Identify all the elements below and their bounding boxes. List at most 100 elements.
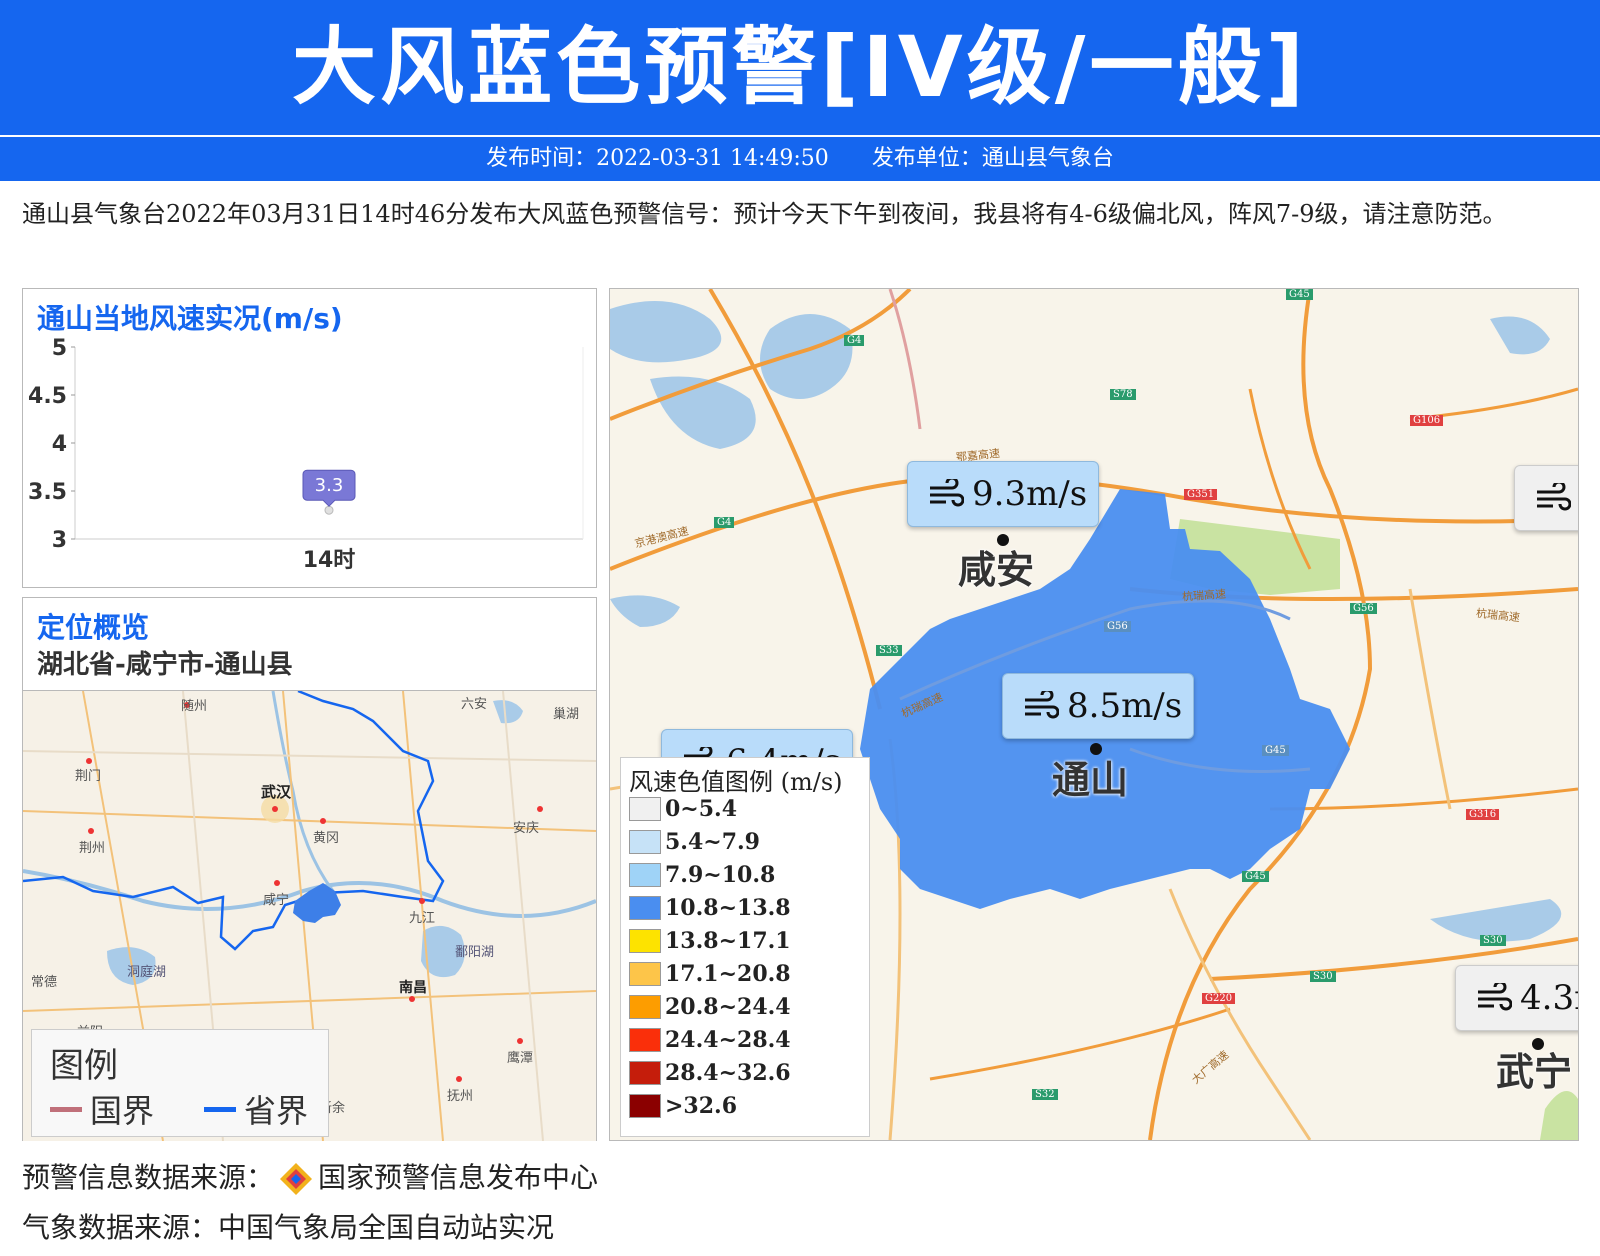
- y-tick-label: 5: [52, 336, 67, 361]
- road-label: G316: [1466, 809, 1500, 820]
- wind-legend-item: 13.8~17.1: [629, 926, 791, 956]
- weather-source-line: 气象数据来源：中国气象局全国自动站实况: [22, 1211, 555, 1244]
- y-tick-label: 4: [52, 432, 67, 457]
- wind-legend-title: 风速色值图例 (m/s): [629, 768, 843, 796]
- legend-province-border-label: 省界: [244, 1092, 309, 1130]
- wind-legend-item: 7.9~10.8: [629, 860, 775, 890]
- map-label-anqing: 安庆: [513, 821, 540, 836]
- overview-legend-title: 图例: [50, 1046, 118, 1086]
- map-label-fuzhou: 抚州: [447, 1089, 474, 1104]
- location-overview-map[interactable]: 随州 六安 巢湖 荆门 武汉 荆州 黄冈 安庆 咸宁 九江 常德 洞庭湖 鄱阳湖…: [23, 690, 596, 1141]
- province-border-swatch: [204, 1106, 236, 1112]
- warning-source-line: 预警信息数据来源： 国家预警信息发布中心: [22, 1156, 598, 1197]
- wind-speed-chart: 5 4.5 4 3.5 3 14时 3.3: [28, 336, 584, 573]
- wind-legend-label: 10.8~13.8: [665, 895, 791, 921]
- wind-speed-panel: 通山当地风速实况(m/s) 5 4.5 4 3.5 3 14时 3.3: [22, 288, 597, 588]
- map-label-changde: 常德: [31, 975, 58, 990]
- location-region: 湖北省-咸宁市-通山县: [37, 650, 293, 680]
- warning-source-label: 预警信息数据来源：: [22, 1161, 275, 1194]
- wind-speed-value: 8.5m/s: [1067, 686, 1183, 726]
- wind-legend-swatch: [629, 929, 661, 953]
- location-panel: 定位概览 湖北省-咸宁市-通山县 随州 六安 巢湖 荆门 武汉 荆州 黄冈 安庆…: [22, 597, 597, 1141]
- wind-legend-swatch: [629, 995, 661, 1019]
- wind-callout-tongshan[interactable]: 8.5m/s: [1002, 673, 1194, 739]
- wind-legend-label: 17.1~20.8: [665, 961, 791, 987]
- wind-legend-item: 24.4~28.4: [629, 1025, 791, 1055]
- data-label: 3.3: [315, 475, 344, 496]
- wind-color-legend: 风速色值图例 (m/s) 0~5.4 5.4~7.9 7.9~10.8 10.8~13…: [620, 757, 870, 1137]
- city-label-wuning: 武宁: [1496, 1050, 1573, 1094]
- legend-national-border: 国界: [50, 1086, 154, 1132]
- map-label-suizhou: 随州: [181, 699, 208, 714]
- wind-legend-swatch: [629, 830, 661, 854]
- road-label: S33: [876, 645, 902, 656]
- wind-speed-value: 9.3m/s: [972, 474, 1088, 514]
- wind-legend-item: 10.8~13.8: [629, 893, 791, 923]
- meta-bar: 发布时间：2022-03-31 14:49:50 发布单位：通山县气象台: [0, 137, 1600, 181]
- wind-legend-swatch: [629, 863, 661, 887]
- title-bar: 大风蓝色预警[IV级/一般]: [0, 0, 1600, 135]
- road-label: S78: [1110, 389, 1136, 400]
- road-label: S30: [1310, 971, 1336, 982]
- y-tick-label: 3.5: [28, 480, 67, 505]
- wind-legend-item: 20.8~24.4: [629, 992, 791, 1022]
- wind-legend-item: >32.6: [629, 1091, 737, 1121]
- wind-legend-item: 17.1~20.8: [629, 959, 791, 989]
- wind-callout-east[interactable]: [1514, 465, 1578, 531]
- road-label: G4: [844, 335, 865, 346]
- wind-legend-label: >32.6: [665, 1093, 738, 1119]
- wind-legend-item: 28.4~32.6: [629, 1058, 791, 1088]
- road-name-label: 杭瑞高速: [1181, 587, 1227, 604]
- road-label: G45: [1262, 745, 1289, 756]
- location-panel-title: 定位概览: [37, 611, 150, 644]
- wind-legend-item: 5.4~7.9: [629, 827, 760, 857]
- map-label-huanggang: 黄冈: [313, 831, 340, 846]
- map-label-dongting: 洞庭湖: [127, 965, 167, 980]
- wind-legend-label: 0~5.4: [665, 796, 738, 822]
- map-label-chaohu: 巢湖: [553, 707, 580, 722]
- road-label: S30: [1480, 935, 1506, 946]
- wind-legend-swatch: [629, 1061, 661, 1085]
- wind-icon: [1537, 483, 1571, 511]
- map-label-jingzhou: 荆州: [79, 841, 106, 856]
- national-border-swatch: [50, 1106, 82, 1112]
- wind-icon: [1478, 983, 1512, 1011]
- legend-national-border-label: 国界: [90, 1092, 155, 1130]
- wind-legend-label: 7.9~10.8: [665, 862, 776, 888]
- wind-callout-xianan[interactable]: 9.3m/s: [907, 461, 1099, 527]
- wind-legend-label: 5.4~7.9: [665, 829, 760, 855]
- city-label-xianan: 咸安: [958, 548, 1035, 592]
- map-label-jiujiang: 九江: [409, 911, 436, 926]
- data-point: [324, 505, 334, 515]
- road-label: G351: [1184, 489, 1218, 500]
- wind-legend-swatch: [629, 962, 661, 986]
- wind-legend-label: 28.4~32.6: [665, 1060, 791, 1086]
- wind-legend-swatch: [629, 1028, 661, 1052]
- wind-legend-label: 24.4~28.4: [665, 1027, 791, 1053]
- map-label-nanchang: 南昌: [399, 980, 427, 996]
- wind-speed-value: 4.3m/s: [1520, 978, 1578, 1018]
- x-tick-label: 14时: [303, 548, 356, 573]
- y-tick-label: 3: [52, 528, 67, 553]
- publish-time: 发布时间：2022-03-31 14:49:50: [486, 146, 829, 171]
- map-label-wuhan: 武汉: [261, 783, 292, 801]
- road-label: G45: [1286, 289, 1313, 300]
- road-label: G45: [1242, 871, 1269, 882]
- wind-legend-label: 13.8~17.1: [665, 928, 791, 954]
- page-title: 大风蓝色预警[IV级/一般]: [292, 18, 1308, 116]
- road-label: G106: [1410, 415, 1444, 426]
- wind-legend-swatch: [629, 896, 661, 920]
- publish-unit: 发布单位：通山县气象台: [871, 146, 1114, 171]
- legend-province-border: 省界: [204, 1086, 308, 1132]
- map-label-luan: 六安: [461, 697, 488, 712]
- map-label-xianning: 咸宁: [263, 893, 290, 908]
- overview-legend: 图例 国界 省界: [31, 1029, 329, 1137]
- road-label: G220: [1202, 993, 1236, 1004]
- road-label: S32: [1032, 1089, 1058, 1100]
- map-label-poyang: 鄱阳湖: [455, 945, 495, 960]
- warning-source-org: 国家预警信息发布中心: [318, 1161, 599, 1194]
- wind-icon: [1025, 691, 1059, 719]
- wind-legend-swatch: [629, 797, 661, 821]
- wind-callout-wuning[interactable]: 4.3m/s: [1455, 965, 1578, 1031]
- road-label: G56: [1104, 621, 1131, 632]
